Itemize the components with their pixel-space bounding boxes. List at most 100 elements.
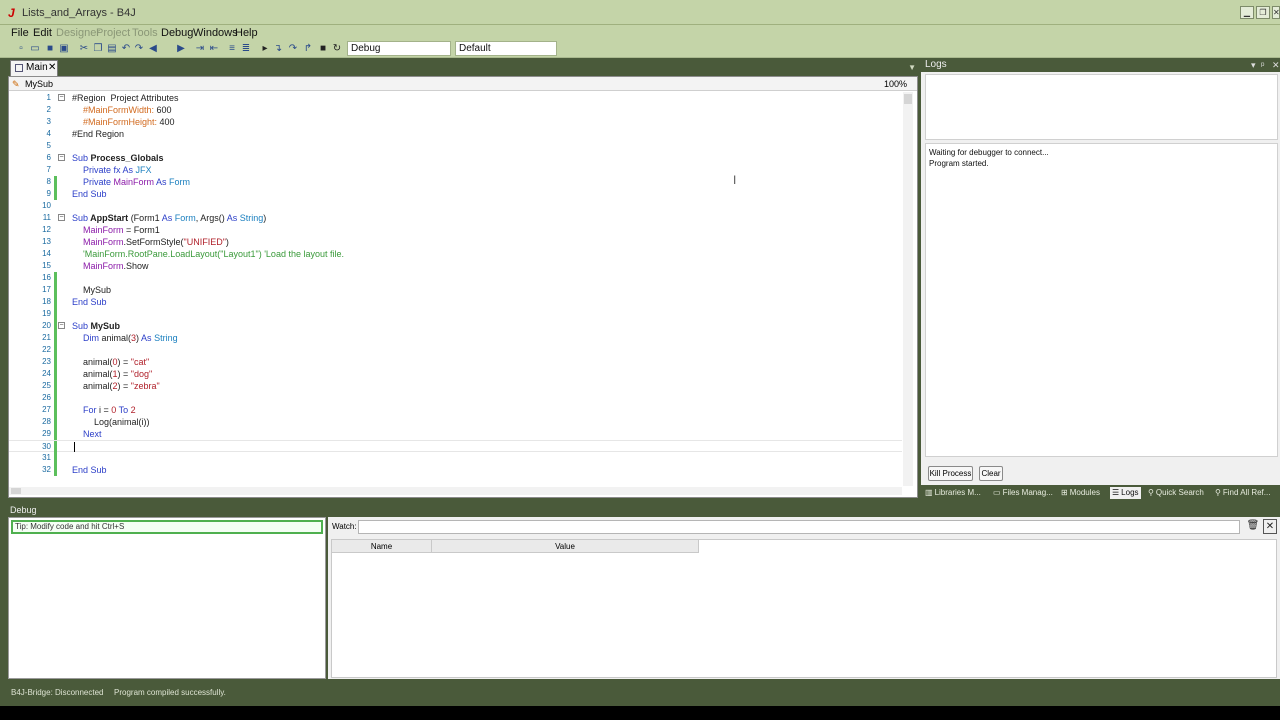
code-line[interactable]: 21 Dim animal(3) As String: [9, 332, 902, 344]
zoom-level[interactable]: 100%: [884, 77, 907, 91]
tab-logs[interactable]: ☰ Logs: [1110, 487, 1141, 499]
uncomment-icon[interactable]: ≣: [240, 42, 252, 55]
process-list[interactable]: [925, 74, 1278, 140]
save-icon[interactable]: ■: [44, 42, 56, 55]
minimize-icon[interactable]: ▁: [1240, 6, 1254, 19]
code-line[interactable]: 15 MainForm.Show: [9, 260, 902, 272]
code-line[interactable]: 30: [9, 440, 902, 453]
fold-toggle-icon[interactable]: −: [58, 154, 65, 161]
code-line[interactable]: 2 #MainFormWidth: 600: [9, 104, 902, 116]
watch-input[interactable]: [358, 520, 1240, 534]
code-line[interactable]: 22: [9, 344, 902, 356]
close-icon[interactable]: ✕: [1263, 519, 1277, 534]
tab-close-icon[interactable]: ✕: [48, 61, 56, 75]
tab-quick-search[interactable]: ⚲ Quick Search: [1148, 487, 1204, 499]
scroll-thumb[interactable]: [904, 94, 912, 104]
fold-toggle-icon[interactable]: −: [58, 322, 65, 329]
tab-libraries-manager[interactable]: ▥ Libraries M...: [925, 487, 981, 499]
code-line[interactable]: 19: [9, 308, 902, 320]
code-line[interactable]: 23 animal(0) = "cat": [9, 356, 902, 368]
code-line[interactable]: 9 End Sub: [9, 188, 902, 200]
run-icon[interactable]: ▸: [259, 42, 271, 55]
debug-code-pane[interactable]: Tip: Modify code and hit Ctrl+S: [8, 517, 326, 679]
sub-navigator[interactable]: ✎ MySub 100%: [9, 77, 917, 91]
menu-file[interactable]: File: [11, 27, 29, 39]
scroll-thumb[interactable]: [11, 488, 21, 494]
copy-icon[interactable]: ❐: [92, 42, 104, 55]
tab-files-manager[interactable]: ▭ Files Manag...: [993, 487, 1053, 499]
code-line[interactable]: 16: [9, 272, 902, 284]
tab-main[interactable]: Main ✕: [10, 60, 58, 76]
redo-icon[interactable]: ↷: [133, 42, 145, 55]
log-output[interactable]: Waiting for debugger to connect... Progr…: [925, 143, 1278, 457]
menu-debug[interactable]: Debug: [161, 27, 193, 39]
code-line[interactable]: 17 MySub: [9, 284, 902, 296]
trash-icon[interactable]: 🗑: [1246, 519, 1260, 534]
code-line[interactable]: 20− Sub MySub: [9, 320, 902, 332]
code-line[interactable]: 26: [9, 392, 902, 404]
paste-icon[interactable]: ▤: [106, 42, 118, 55]
undo-icon[interactable]: ↶: [120, 42, 132, 55]
code-line[interactable]: 12 MainForm = Form1: [9, 224, 902, 236]
menu-help[interactable]: Help: [235, 27, 258, 39]
comment-icon[interactable]: ≡: [226, 42, 238, 55]
panel-menu-icon[interactable]: ▾: [1251, 58, 1256, 72]
code-line[interactable]: 27 For i = 0 To 2: [9, 404, 902, 416]
stop-icon[interactable]: ■: [317, 42, 329, 55]
outdent-icon[interactable]: ⇤: [208, 42, 220, 55]
code-line[interactable]: 10: [9, 200, 902, 212]
menu-edit[interactable]: Edit: [33, 27, 52, 39]
back-icon[interactable]: ◀: [147, 42, 159, 55]
clear-button[interactable]: Clear: [979, 466, 1003, 481]
open-icon[interactable]: ▭: [29, 42, 41, 55]
tab-modules[interactable]: ⊞ Modules: [1061, 487, 1100, 499]
forward-icon[interactable]: ▶: [175, 42, 187, 55]
code-line[interactable]: 1− #Region Project Attributes: [9, 92, 902, 104]
code-line[interactable]: 28 Log(animal(i)): [9, 416, 902, 428]
new-icon[interactable]: ▫: [15, 42, 27, 55]
maximize-icon[interactable]: ❐: [1256, 6, 1270, 19]
watch-grid[interactable]: Name Value: [331, 539, 1277, 678]
code-area[interactable]: 1− #Region Project Attributes 2 #MainFormWi…: [9, 92, 902, 487]
close-icon[interactable]: ✕: [1272, 6, 1280, 19]
code-line[interactable]: 8 Private MainForm As Form: [9, 176, 902, 188]
indent-icon[interactable]: ⇥: [194, 42, 206, 55]
profile-select[interactable]: Default: [455, 41, 557, 56]
code-line[interactable]: 31: [9, 452, 902, 464]
menu-project[interactable]: Project: [96, 27, 130, 39]
code-editor[interactable]: ✎ MySub 100% 1− #Region Project Attribute…: [8, 76, 918, 498]
fold-toggle-icon[interactable]: −: [58, 214, 65, 221]
column-name[interactable]: Name: [332, 540, 432, 553]
tab-list-chevron-icon[interactable]: ▼: [908, 63, 916, 72]
code-line[interactable]: 14 'MainForm.RootPane.LoadLayout("Layout1…: [9, 248, 902, 260]
horizontal-scrollbar[interactable]: [9, 487, 902, 495]
code-line[interactable]: 18 End Sub: [9, 296, 902, 308]
code-line[interactable]: 13 MainForm.SetFormStyle("UNIFIED"): [9, 236, 902, 248]
code-line[interactable]: 24 animal(1) = "dog": [9, 368, 902, 380]
save-all-icon[interactable]: ▣: [58, 42, 70, 55]
step-over-icon[interactable]: ↷: [287, 42, 299, 55]
pin-icon[interactable]: ᵖ: [1261, 58, 1264, 72]
step-out-icon[interactable]: ↱: [302, 42, 314, 55]
cut-icon[interactable]: ✂: [78, 42, 90, 55]
code-line[interactable]: 7 Private fx As JFX: [9, 164, 902, 176]
restart-icon[interactable]: ↻: [331, 42, 343, 55]
build-config-select[interactable]: Debug: [347, 41, 451, 56]
menu-windows[interactable]: Windows: [193, 27, 238, 39]
column-value[interactable]: Value: [432, 540, 699, 553]
code-line[interactable]: 11− Sub AppStart (Form1 As Form, Args() A…: [9, 212, 902, 224]
code-line[interactable]: 6− Sub Process_Globals: [9, 152, 902, 164]
close-icon[interactable]: ✕: [1272, 58, 1280, 72]
code-line[interactable]: 32 End Sub: [9, 464, 902, 476]
menu-tools[interactable]: Tools: [132, 27, 158, 39]
code-line[interactable]: 5: [9, 140, 902, 152]
code-line[interactable]: 29 Next: [9, 428, 902, 440]
step-in-icon[interactable]: ↴: [272, 42, 284, 55]
code-line[interactable]: 3 #MainFormHeight: 400: [9, 116, 902, 128]
kill-process-button[interactable]: Kill Process: [928, 466, 973, 481]
tab-find-all-references[interactable]: ⚲ Find All Ref...: [1215, 487, 1270, 499]
debug-tip-field[interactable]: Tip: Modify code and hit Ctrl+S: [11, 520, 323, 534]
vertical-scrollbar[interactable]: [903, 92, 913, 486]
menu-designer[interactable]: Designer: [56, 27, 100, 39]
fold-toggle-icon[interactable]: −: [58, 94, 65, 101]
